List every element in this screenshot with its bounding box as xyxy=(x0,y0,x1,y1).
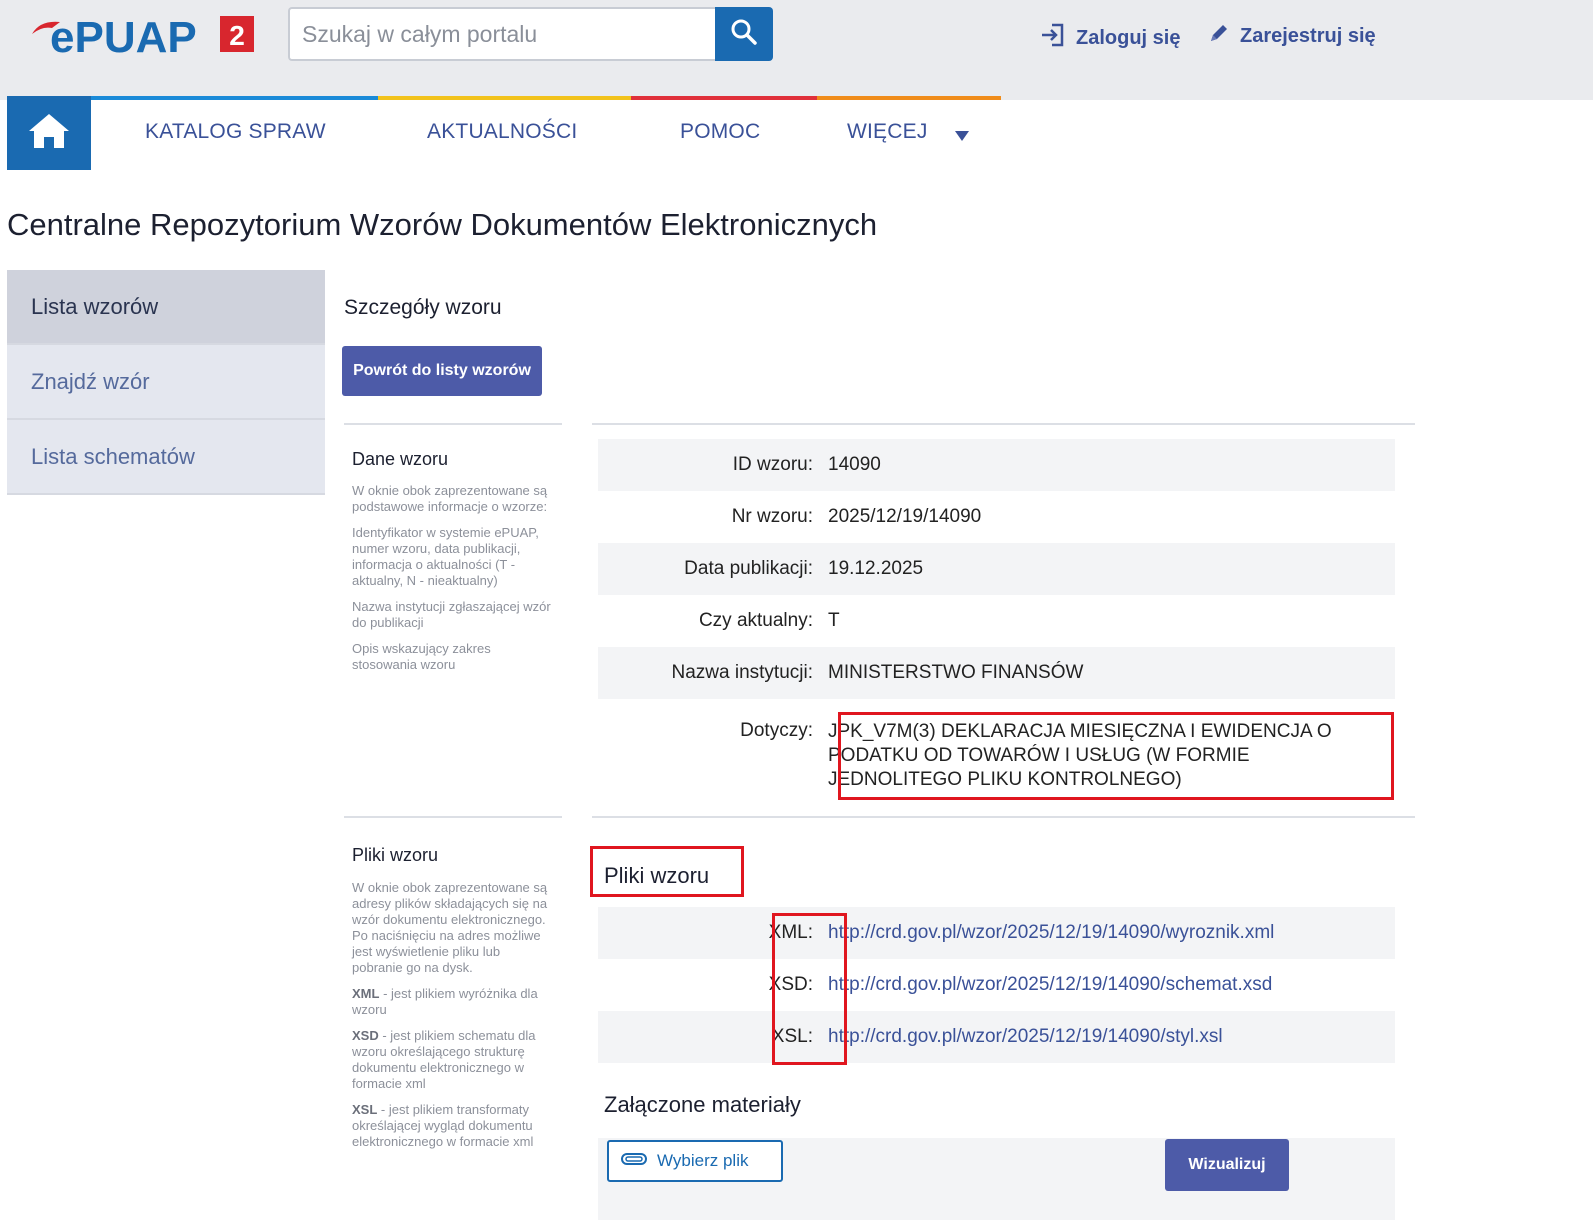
logo-text: ePUAP xyxy=(50,13,197,56)
chevron-down-icon[interactable] xyxy=(955,131,969,141)
field-row-nr: Nr wzoru: 2025/12/19/14090 xyxy=(598,491,1395,543)
sidebar-item-lista-schematow[interactable]: Lista schematów xyxy=(7,420,325,495)
field-label: Nr wzoru: xyxy=(731,506,813,527)
divider xyxy=(344,423,562,425)
nav-pomoc[interactable]: POMOC xyxy=(680,120,760,144)
field-row-data: Data publikacji: 19.12.2025 xyxy=(598,543,1395,595)
page-title: Centralne Repozytorium Wzorów Dokumentów… xyxy=(7,207,878,242)
nav-wiecej[interactable]: WIĘCEJ xyxy=(847,120,928,144)
pliki-wzoru-description: W oknie obok zaprezentowane są adresy pl… xyxy=(352,880,552,1160)
sidebar-item-znajdz-wzor[interactable]: Znajdź wzór xyxy=(7,345,325,420)
logo-badge: 2 xyxy=(229,20,245,51)
search-box[interactable] xyxy=(288,7,716,61)
nav-stripe-blue xyxy=(91,96,378,100)
field-value: MINISTERSTWO FINANSÓW xyxy=(828,662,1084,683)
description-text: - jest plikiem schematu dla wzoru określ… xyxy=(352,1028,536,1091)
home-button[interactable] xyxy=(7,96,91,170)
register-label: Zarejestruj się xyxy=(1240,24,1376,47)
divider xyxy=(592,816,1415,818)
file-link-xsl[interactable]: http://crd.gov.pl/wzor/2025/12/19/14090/… xyxy=(828,1026,1223,1048)
search-button[interactable] xyxy=(715,7,773,61)
field-value: 2025/12/19/14090 xyxy=(828,506,982,527)
field-row-aktualny: Czy aktualny: T xyxy=(598,595,1395,647)
dane-wzoru-heading: Dane wzoru xyxy=(352,449,449,469)
nav-katalog-spraw[interactable]: KATALOG SPRAW xyxy=(145,120,326,144)
sidebar: Lista wzorów Znajdź wzór Lista schematów xyxy=(7,270,325,495)
description-item: XSL - jest plikiem transformaty określaj… xyxy=(352,1102,552,1150)
field-value: 14090 xyxy=(828,454,881,475)
field-label: Dotyczy: xyxy=(740,720,813,741)
field-row-instytucja: Nazwa instytucji: MINISTERSTWO FINANSÓW xyxy=(598,647,1395,699)
description-text: W oknie obok zaprezentowane są podstawow… xyxy=(352,483,548,514)
file-row-xsd: XSD: http://crd.gov.pl/wzor/2025/12/19/1… xyxy=(598,959,1395,1011)
home-icon xyxy=(27,111,71,156)
main-nav: KATALOG SPRAW AKTUALNOŚCI POMOC WIĘCEJ xyxy=(7,96,1007,170)
login-label: Zaloguj się xyxy=(1076,26,1181,49)
description-item: XSD - jest plikiem schematu dla wzoru ok… xyxy=(352,1028,552,1092)
choose-file-label: Wybierz plik xyxy=(657,1151,749,1170)
field-row-id: ID wzoru: 14090 xyxy=(598,439,1395,491)
field-value: T xyxy=(828,610,840,631)
description-text: Identyfikator w systemie ePUAP, numer wz… xyxy=(352,525,539,588)
paperclip-icon xyxy=(621,1151,647,1171)
dane-wzoru-description: W oknie obok zaprezentowane są podstawow… xyxy=(352,483,552,683)
file-link-xsd[interactable]: http://crd.gov.pl/wzor/2025/12/19/14090/… xyxy=(828,974,1272,996)
divider xyxy=(344,816,562,818)
choose-file-button[interactable]: Wybierz plik xyxy=(607,1140,783,1182)
materialy-title: Załączone materiały xyxy=(604,1092,801,1117)
highlight-box xyxy=(590,846,744,897)
pliki-wzoru-heading: Pliki wzoru xyxy=(352,845,439,865)
nav-stripe-yellow xyxy=(378,96,631,100)
description-item: XML - jest plikiem wyróżnika dla wzoru xyxy=(352,986,552,1018)
field-label: ID wzoru: xyxy=(732,454,813,475)
highlight-box xyxy=(838,712,1394,800)
field-value: 19.12.2025 xyxy=(828,558,924,579)
file-row-xsl: XSL: http://crd.gov.pl/wzor/2025/12/19/1… xyxy=(598,1011,1395,1063)
pencil-icon xyxy=(1208,22,1230,50)
nav-stripe-orange xyxy=(817,96,1001,100)
description-text: - jest plikiem wyróżnika dla wzoru xyxy=(352,986,538,1017)
login-link[interactable]: Zaloguj się xyxy=(1040,22,1180,54)
login-icon xyxy=(1040,22,1066,54)
description-text: W oknie obok zaprezentowane są adresy pl… xyxy=(352,880,548,975)
file-link-xml[interactable]: http://crd.gov.pl/wzor/2025/12/19/14090/… xyxy=(828,922,1274,944)
description-text: Nazwa instytucji zgłaszającej wzór do pu… xyxy=(352,599,551,630)
nav-aktualnosci[interactable]: AKTUALNOŚCI xyxy=(427,120,577,144)
file-row-xml: XML: http://crd.gov.pl/wzor/2025/12/19/1… xyxy=(598,907,1395,959)
nav-stripe-red xyxy=(631,96,817,100)
description-text: Opis wskazujący zakres stosowania wzoru xyxy=(352,641,491,672)
details-title: Szczegóły wzoru xyxy=(344,296,502,319)
description-key: XSD xyxy=(352,1028,379,1043)
field-label: Czy aktualny: xyxy=(698,610,813,631)
field-label: Nazwa instytucji: xyxy=(671,662,814,683)
search-input[interactable] xyxy=(290,9,716,59)
description-text: - jest plikiem transformaty określającej… xyxy=(352,1102,534,1149)
description-key: XSL xyxy=(352,1102,378,1117)
sidebar-item-lista-wzorow[interactable]: Lista wzorów xyxy=(7,270,325,345)
epuap-logo[interactable]: ePUAP 2 xyxy=(30,12,258,62)
register-link[interactable]: Zarejestruj się xyxy=(1208,22,1376,50)
back-to-list-button[interactable]: Powrót do listy wzorów xyxy=(342,346,542,396)
divider xyxy=(592,423,1415,425)
field-label: Data publikacji: xyxy=(684,558,813,579)
highlight-box xyxy=(772,913,847,1065)
search-icon xyxy=(730,18,758,51)
description-key: XML xyxy=(352,986,380,1001)
visualize-button[interactable]: Wizualizuj xyxy=(1165,1139,1289,1191)
